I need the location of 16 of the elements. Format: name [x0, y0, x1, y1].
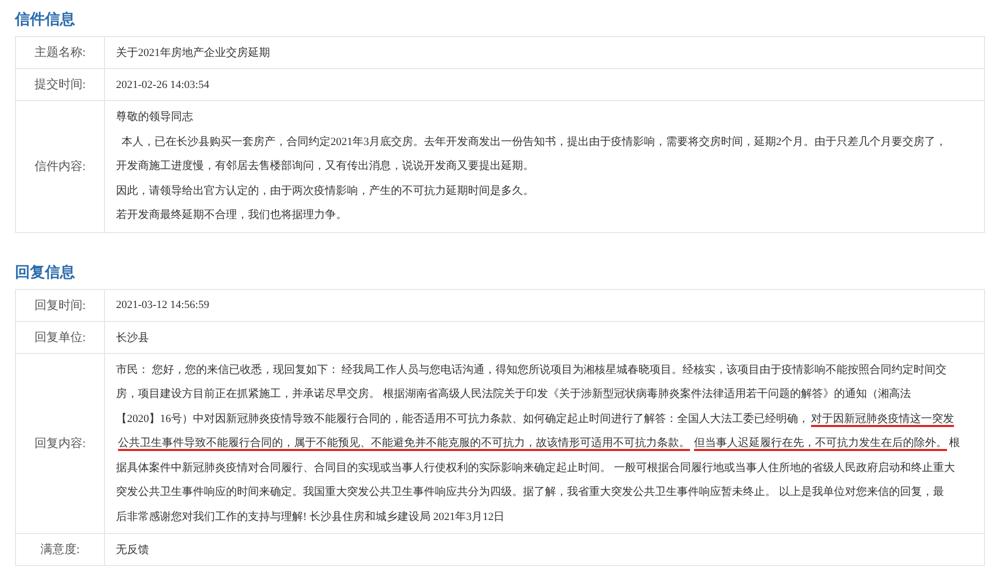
field-label: 回复内容: [34, 434, 86, 452]
field-value: 无反馈 [116, 543, 149, 557]
field-value: 长沙县 [116, 330, 149, 344]
section-title: 回复信息 [15, 262, 76, 282]
section-title: 信件信息 [15, 9, 76, 30]
field-value: 关于2021年房地产企业交房延期 [116, 46, 270, 60]
field-value: 2021-02-26 14:03:54 [116, 78, 210, 90]
field-value: 2021-03-12 14:56:59 [116, 299, 210, 311]
field-label: 信件内容: [34, 158, 86, 175]
field-label: 回复单位: [34, 328, 86, 346]
letter-text: 尊敬的领导同志 本人，已在长沙县购买一套房产，合同约定2021年3月底交房。去年开发商发出一份告知书，提出由于疫情影响，需要将交房时间，延期2个月。由于只差几个月要交房了， 开发商施工进度慢，有邻居去售楼部询问，又有传出消息，说说开发商又要提出延期。 因此，请领导给出官方认定的，由于两次疫情影响，产生的不可抗力延期时间是多久。 若开发商最终延期不合理，我们也将据理力争。 [116, 110, 946, 223]
reply-text: 市民： 您好，您的来信已收悉，现回复如下： 经我局工作人员与您电话沟通，得知您所说项目为湘核星城春晓项目。经核实，该项目由于疫情影响不能按照合同约定时间交 房，项目建设方目前正在抓紧施工，并承诺尽早交房。 根据湖南省高级人民法院关于印发《关于涉新型冠状病毒肺炎案件法律适用若干问题的解答》的通知（湘高法 【2020】16号）中对因新冠肺炎疫情导致不能履行合同的，能否适用不可抗力条款、如何确定起止时间进行了解答：全国人大法工委已经明确， 对于因新冠肺炎疫情这一突发 公共卫生事件导致不能履行合同的，属于不能预见、不能避免并不能克服的不可抗力，故该情形可适用不可抗力条款。 但当事人迟延履行在先，不可抗力发生在后的除外。 根 据具体案件中新冠肺炎疫情对合同履行、合同目的实现或当事人行使权利的实际影响来确定起止时间。 一般可根据合同履行地或当事人住所地的省级人民政府启动和终止重大 突发公共卫生事件响应的时间来确定。我国重大突发公共卫生事件响应共分为四级。据了解，我省重大突发公共卫生事件响应暂未终止。 以上是我单位对您来信的回复，最 后非常感谢您对我们工作的支持与理解! 长沙县住房和城乡建设局 2021年3月12日 [116, 362, 960, 524]
field-label: 回复时间: [34, 296, 86, 314]
field-label: 满意度: [40, 541, 80, 558]
field-label: 提交时间: [34, 76, 86, 93]
field-label: 主题名称: [34, 44, 86, 61]
